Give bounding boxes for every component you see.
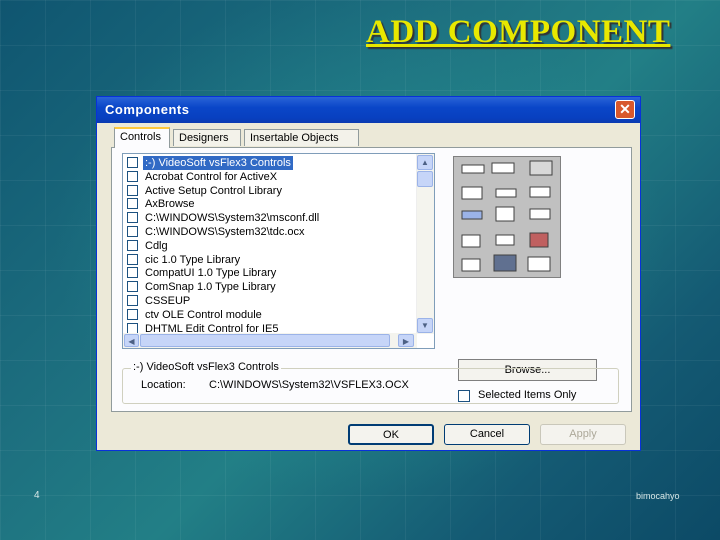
list-item-checkbox[interactable] (127, 184, 138, 196)
list-item-label: cic 1.0 Type Library (145, 253, 241, 266)
list-item-checkbox[interactable] (127, 295, 138, 306)
selected-component-group: :-) VideoSoft vsFlex3 Controls Location:… (122, 361, 619, 404)
tab-controls[interactable]: Controls (114, 127, 170, 148)
control-icons-grid (461, 160, 553, 272)
apply-button[interactable]: Apply (540, 424, 626, 445)
list-item-checkbox[interactable] (127, 212, 138, 224)
scroll-left-button[interactable]: ◀ (124, 334, 139, 347)
location-label: Location: (141, 379, 186, 391)
list-item-label: Acrobat Control for ActiveX (145, 170, 278, 183)
list-item-label: CompatUI 1.0 Type Library (145, 267, 277, 280)
list-item-label: AxBrowse (145, 198, 195, 211)
scroll-right-button[interactable]: ▶ (398, 334, 414, 347)
list-item-checkbox[interactable] (127, 226, 138, 237)
components-list[interactable]: :-) VideoSoft vsFlex3 Controls Acrobat Co… (122, 153, 435, 349)
group-title: :-) VideoSoft vsFlex3 Controls (131, 361, 281, 373)
list-item-label: ComSnap 1.0 Type Library (145, 281, 276, 294)
scroll-up-button[interactable]: ▲ (417, 155, 433, 170)
slide-number: 4 (34, 490, 40, 501)
list-item-checkbox[interactable] (127, 253, 138, 265)
list-item-checkbox[interactable] (127, 157, 138, 168)
control-icons-preview (453, 156, 561, 278)
components-dialog: Components ✕ Controls Designers Insertab… (96, 96, 641, 451)
tab-designers[interactable]: Designers (173, 129, 241, 146)
dialog-title: Components (105, 102, 190, 117)
slide-author: bimocahyo (636, 491, 680, 501)
hscroll-thumb[interactable] (140, 334, 390, 347)
list-item-label: C:\WINDOWS\System32\tdc.ocx (145, 226, 305, 238)
list-item-checkbox[interactable] (127, 308, 138, 320)
list-item-label: :-) VideoSoft vsFlex3 Controls (143, 156, 293, 170)
controls-tab-panel: :-) VideoSoft vsFlex3 Controls Acrobat Co… (111, 147, 632, 412)
slide-title: ADD COMPONENT (366, 14, 671, 50)
scroll-thumb[interactable] (417, 171, 433, 187)
list-item-checkbox[interactable] (127, 322, 138, 334)
dialog-titlebar[interactable]: Components ✕ (97, 97, 640, 123)
list-item-checkbox[interactable] (127, 198, 138, 210)
list-item-checkbox[interactable] (127, 239, 138, 251)
list-item-label: C:\WINDOWS\System32\msconf.dll (145, 212, 320, 225)
scroll-down-button[interactable]: ▼ (417, 318, 433, 333)
list-item-checkbox[interactable] (127, 170, 138, 182)
close-button[interactable]: ✕ (615, 100, 635, 119)
list-item-checkbox[interactable] (127, 281, 138, 293)
list-item-label: Cdlg (145, 239, 168, 252)
list-item-label: ctv OLE Control module (145, 308, 262, 321)
horizontal-scrollbar[interactable]: ◀ ▶ (123, 333, 417, 348)
cancel-button[interactable]: Cancel (444, 424, 530, 445)
ok-button[interactable]: OK (348, 424, 434, 445)
location-value: C:\WINDOWS\System32\VSFLEX3.OCX (209, 379, 409, 391)
close-icon: ✕ (619, 101, 631, 117)
vertical-scrollbar[interactable]: ▲ ▼ (416, 154, 434, 334)
list-item-checkbox[interactable] (127, 267, 138, 279)
list-item-label: Active Setup Control Library (145, 184, 282, 197)
tab-insertable-objects[interactable]: Insertable Objects (244, 129, 359, 146)
list-item-label: CSSEUP (145, 295, 191, 307)
